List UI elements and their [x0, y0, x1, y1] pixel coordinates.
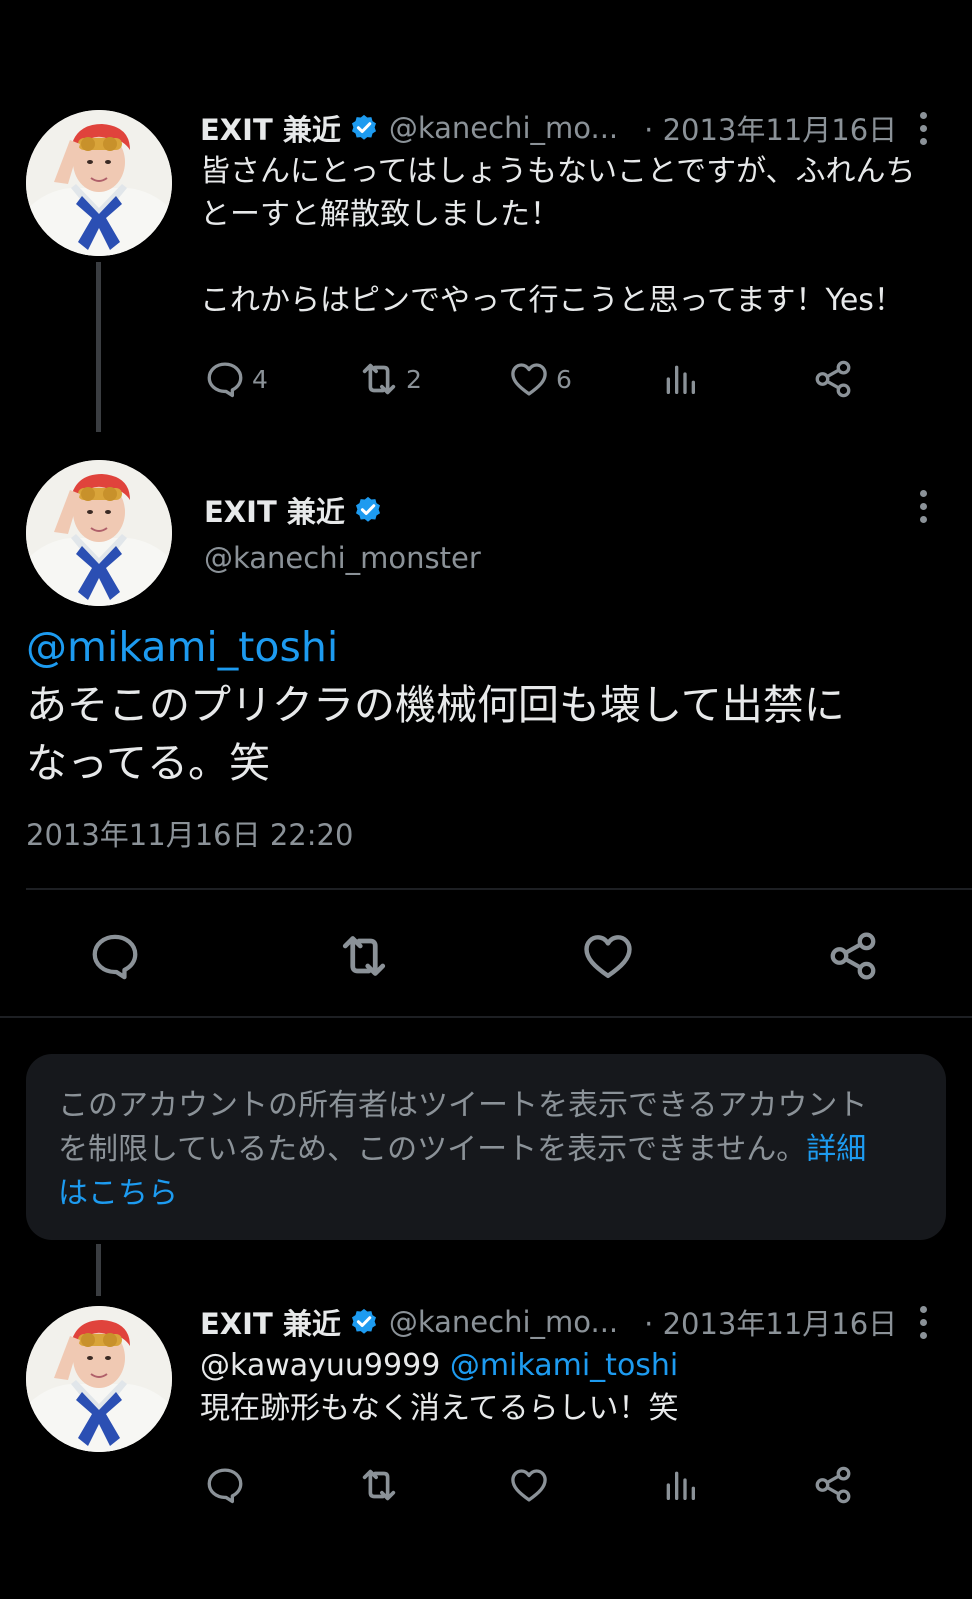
- reply-context: @kawayuu9999 @mikami_toshi: [200, 1344, 940, 1387]
- user-handle[interactable]: @kanechi_mo...: [389, 111, 618, 145]
- learn-more-link[interactable]: 詳細: [806, 1132, 866, 1167]
- reply-icon: [204, 358, 246, 400]
- tweet-timestamp[interactable]: 2013年11月16日 22:20: [26, 814, 353, 857]
- tweet-text: 皆さんにとってはしょうもないことですが、ふれんち とーすと解散致しました！ これ…: [200, 150, 940, 322]
- heart-icon: [580, 928, 636, 984]
- like-button[interactable]: [508, 1464, 660, 1506]
- notice-text-line: を制限しているため、このツイートを表示できません。詳細: [58, 1128, 914, 1172]
- avatar[interactable]: [26, 110, 172, 256]
- more-icon[interactable]: [918, 112, 928, 148]
- views-button[interactable]: [660, 359, 812, 399]
- divider: [26, 888, 972, 890]
- reply-count: 4: [252, 364, 268, 394]
- tweet-text: @mikami_toshi あそこのプリクラの機械何回も壊して出禁に なってる。…: [26, 618, 956, 792]
- tweet-header: EXIT 兼近 @kanechi_mo... · 2013年11月16日: [200, 108, 897, 148]
- like-button[interactable]: [580, 928, 826, 984]
- reply-icon: [204, 1464, 246, 1506]
- retweet-button[interactable]: [356, 1462, 508, 1508]
- tweet-text: @kawayuu9999 @mikami_toshi 現在跡形もなく消えてるらし…: [200, 1344, 940, 1430]
- tweet-date[interactable]: · 2013年11月16日: [644, 107, 897, 149]
- tweet-actions: 4 2 6: [204, 356, 854, 402]
- user-handle[interactable]: @kanechi_mo...: [389, 1305, 618, 1339]
- tweet-text-line: 現在跡形もなく消えてるらしい！笑: [200, 1391, 679, 1426]
- tweet-text-line: とーすと解散致しました！: [200, 197, 560, 232]
- display-name[interactable]: EXIT 兼近: [200, 1301, 341, 1343]
- reply-button[interactable]: [204, 1464, 356, 1506]
- restricted-tweet-notice: このアカウントの所有者はツイートを表示できるアカウント を制限しているため、この…: [26, 1054, 946, 1240]
- heart-icon: [508, 358, 550, 400]
- tweet-author-handle: @kanechi_monster: [204, 538, 481, 578]
- avatar[interactable]: [26, 460, 172, 606]
- verified-badge-icon: [349, 1307, 379, 1337]
- mention-link[interactable]: @kawayuu9999: [200, 1348, 440, 1383]
- retweet-icon: [356, 1462, 402, 1508]
- share-button[interactable]: [812, 1464, 854, 1506]
- mention-link[interactable]: @mikami_toshi: [26, 618, 956, 676]
- reply-button[interactable]: 4: [204, 358, 356, 400]
- reply-icon: [88, 929, 142, 983]
- share-button[interactable]: [826, 929, 880, 983]
- notice-text: を制限しているため、このツイートを表示できません。: [58, 1132, 807, 1167]
- tweet-text-line: 皆さんにとってはしょうもないことですが、ふれんち: [200, 154, 916, 189]
- like-count: 6: [556, 364, 572, 394]
- tweet-author-name: EXIT 兼近: [204, 490, 393, 530]
- share-icon: [812, 358, 854, 400]
- verified-badge-icon: [353, 495, 383, 525]
- tweet-actions: [204, 1462, 854, 1508]
- retweet-count: 2: [406, 364, 422, 394]
- thread-line: [96, 1244, 101, 1296]
- tweet-text-line: これからはピンでやって行こうと思ってます！Yes！: [200, 283, 904, 318]
- retweet-button[interactable]: [334, 926, 580, 986]
- tweet-text-line: なってる。笑: [26, 739, 270, 787]
- heart-icon: [508, 1464, 550, 1506]
- share-icon: [826, 929, 880, 983]
- mention-link[interactable]: @mikami_toshi: [450, 1348, 678, 1383]
- views-icon: [660, 359, 700, 399]
- share-button[interactable]: [812, 358, 854, 400]
- divider: [0, 1016, 972, 1018]
- retweet-icon: [356, 356, 402, 402]
- more-icon[interactable]: [918, 1306, 928, 1342]
- more-icon[interactable]: [918, 490, 928, 526]
- user-handle[interactable]: @kanechi_monster: [204, 541, 481, 575]
- views-icon: [660, 1465, 700, 1505]
- like-button[interactable]: 6: [508, 358, 660, 400]
- tweet-text-line: あそこのプリクラの機械何回も壊して出禁に: [26, 681, 845, 729]
- tweet-date[interactable]: · 2013年11月16日: [644, 1301, 897, 1343]
- retweet-button[interactable]: 2: [356, 356, 508, 402]
- avatar[interactable]: [26, 1306, 172, 1452]
- tweet-header: EXIT 兼近 @kanechi_mo... · 2013年11月16日: [200, 1302, 897, 1342]
- retweet-icon: [334, 926, 394, 986]
- thread-line: [96, 262, 101, 432]
- notice-text: このアカウントの所有者はツイートを表示できるアカウント: [58, 1088, 868, 1123]
- share-icon: [812, 1464, 854, 1506]
- tweet-actions: [88, 926, 880, 986]
- learn-more-link[interactable]: はこちら: [58, 1172, 914, 1216]
- reply-button[interactable]: [88, 929, 334, 983]
- views-button[interactable]: [660, 1465, 812, 1505]
- display-name[interactable]: EXIT 兼近: [200, 107, 341, 149]
- verified-badge-icon: [349, 113, 379, 143]
- display-name[interactable]: EXIT 兼近: [204, 489, 345, 531]
